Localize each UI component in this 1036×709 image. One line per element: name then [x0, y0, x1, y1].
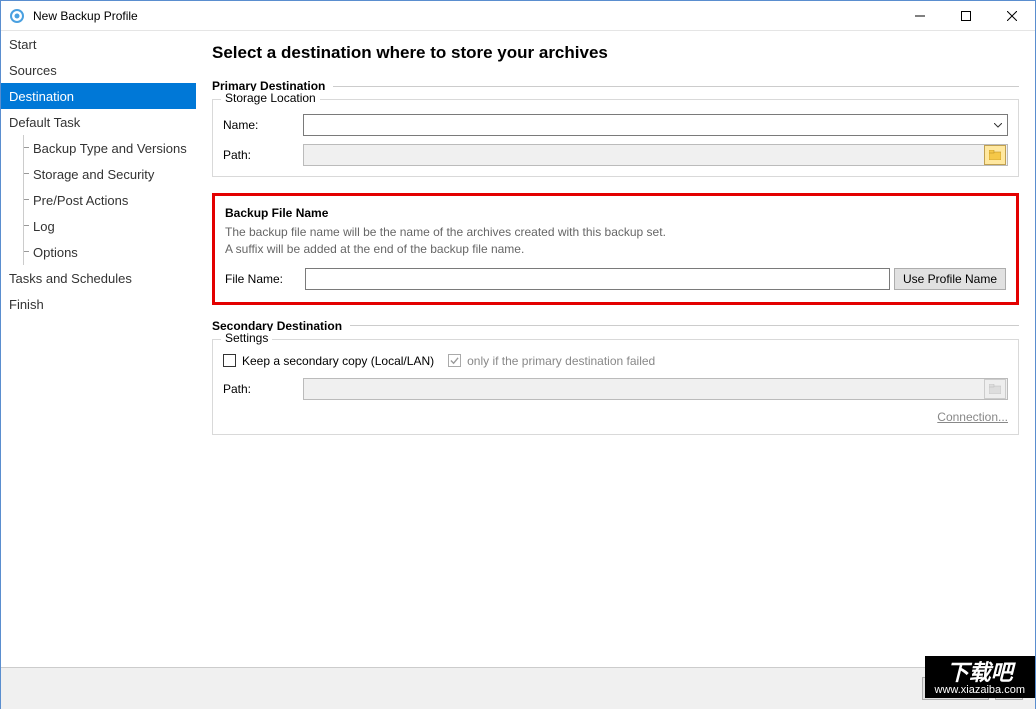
path-input	[303, 144, 1008, 166]
secondary-path-label: Path:	[223, 382, 303, 396]
minimize-button[interactable]	[897, 1, 943, 31]
chevron-down-icon[interactable]	[989, 115, 1007, 135]
sidebar: Start Sources Destination Default Task B…	[1, 31, 196, 667]
sidebar-item-default-task[interactable]: Default Task	[1, 109, 196, 135]
page-title: Select a destination where to store your…	[212, 43, 1019, 63]
close-button[interactable]	[989, 1, 1035, 31]
content-area: Select a destination where to store your…	[196, 31, 1035, 667]
name-combobox[interactable]	[303, 114, 1008, 136]
sidebar-item-sources[interactable]: Sources	[1, 57, 196, 83]
backup-file-name-desc: The backup file name will be the name of…	[225, 224, 1006, 258]
app-icon	[9, 8, 25, 24]
titlebar: New Backup Profile	[1, 1, 1035, 31]
keep-copy-checkbox[interactable]	[223, 354, 236, 367]
storage-location-label: Storage Location	[221, 91, 320, 105]
watermark: 下载吧 www.xiazaiba.com	[925, 656, 1035, 698]
path-label: Path:	[223, 148, 303, 162]
sidebar-item-log[interactable]: Log	[1, 213, 196, 239]
file-name-label: File Name:	[225, 272, 305, 286]
sidebar-item-backup-type[interactable]: Backup Type and Versions	[1, 135, 196, 161]
window-title: New Backup Profile	[33, 9, 138, 23]
browse-folder-button[interactable]	[984, 145, 1006, 165]
sidebar-item-storage-security[interactable]: Storage and Security	[1, 161, 196, 187]
sidebar-item-options[interactable]: Options	[1, 239, 196, 265]
settings-label: Settings	[221, 331, 272, 345]
secondary-browse-button	[984, 379, 1006, 399]
storage-location-group: Storage Location Name: Path:	[212, 99, 1019, 177]
sidebar-item-start[interactable]: Start	[1, 31, 196, 57]
footer: < Back N	[1, 667, 1035, 709]
only-if-failed-label: only if the primary destination failed	[467, 354, 655, 368]
secondary-settings-group: Settings Keep a secondary copy (Local/LA…	[212, 339, 1019, 435]
backup-file-name-group: Backup File Name The backup file name wi…	[212, 193, 1019, 305]
name-label: Name:	[223, 118, 303, 132]
sidebar-item-tasks-schedules[interactable]: Tasks and Schedules	[1, 265, 196, 291]
file-name-input[interactable]	[305, 268, 890, 290]
secondary-path-input	[303, 378, 1008, 400]
only-if-failed-checkbox	[448, 354, 461, 367]
sidebar-item-destination[interactable]: Destination	[1, 83, 196, 109]
use-profile-name-button[interactable]: Use Profile Name	[894, 268, 1006, 290]
sidebar-item-finish[interactable]: Finish	[1, 291, 196, 317]
sidebar-item-pre-post[interactable]: Pre/Post Actions	[1, 187, 196, 213]
keep-copy-label: Keep a secondary copy (Local/LAN)	[242, 354, 434, 368]
backup-file-name-title: Backup File Name	[225, 206, 1006, 220]
maximize-button[interactable]	[943, 1, 989, 31]
connection-link: Connection...	[223, 410, 1008, 424]
